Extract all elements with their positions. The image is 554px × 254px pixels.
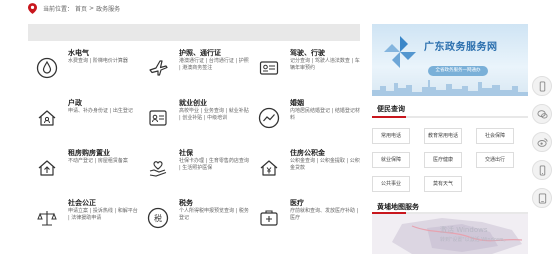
service-item[interactable]: 户政 申请、补办身份证 | 出生登记 bbox=[28, 96, 138, 142]
service-desc: 个人所得税申报预览查询 | 税务登记 bbox=[179, 208, 249, 221]
service-item[interactable]: 驾驶、行驶 记分查询 | 驾驶人违法数查 | 车辆年审预约 bbox=[250, 46, 360, 92]
pinwheel-logo-icon bbox=[384, 36, 416, 68]
service-title: 就业创业 bbox=[179, 99, 207, 107]
service-title: 税务 bbox=[179, 199, 193, 207]
water-drop-icon bbox=[36, 57, 58, 79]
quick-lookup-button[interactable]: 医疗健康 bbox=[424, 152, 462, 168]
airplane-icon bbox=[147, 57, 169, 79]
quick-lookup-button[interactable]: 社会保障 bbox=[476, 128, 514, 144]
section-banner-strip bbox=[28, 24, 360, 41]
float-phone-button[interactable] bbox=[532, 76, 552, 96]
quick-lookup-button[interactable]: 交通出行 bbox=[476, 152, 514, 168]
breadcrumb-home[interactable]: 首页 bbox=[75, 4, 87, 13]
map-section-title: 黄埔地图服务 bbox=[377, 203, 419, 211]
service-item[interactable]: 护照、通行证 港澳通行证 | 台湾通行证 | 护照 | 港澳商务签注 bbox=[139, 46, 249, 92]
service-title: 住房公积金 bbox=[290, 149, 325, 157]
service-item[interactable]: 租房购房置业 不动产登记 | 房屋租赁备案 bbox=[28, 146, 138, 192]
wechat-icon bbox=[536, 109, 548, 119]
quick-lookup-button[interactable]: 教育常用电话 bbox=[424, 128, 462, 144]
service-title: 婚姻 bbox=[290, 99, 304, 107]
service-desc: 水费查询 | 阶梯电价计算器 bbox=[68, 58, 128, 64]
house-icon bbox=[36, 107, 58, 129]
float-mobile-button[interactable] bbox=[532, 160, 552, 180]
breadcrumb-current: 政务服务 bbox=[96, 5, 121, 13]
service-title: 户政 bbox=[68, 99, 82, 107]
service-title: 水电气 bbox=[68, 49, 89, 57]
quick-lookup-button[interactable]: 莫有天气 bbox=[424, 176, 462, 192]
service-desc: 记分查询 | 驾驶人违法数查 | 车辆年审预约 bbox=[290, 58, 360, 71]
service-desc: 港澳通行证 | 台湾通行证 | 护照 | 港澳商务签注 bbox=[179, 58, 249, 71]
phone-icon bbox=[539, 80, 545, 92]
id-card-icon bbox=[147, 107, 169, 129]
service-desc: 申请立案 | 投诉热线 | 和解平台 | 法律援助申请 bbox=[68, 208, 138, 221]
weibo-icon bbox=[536, 137, 548, 147]
service-item[interactable]: 水电气 水费查询 | 阶梯电价计算器 bbox=[28, 46, 138, 92]
gd-service-banner[interactable]: 广东政务服务网 全省政务服务一网通办 bbox=[372, 24, 528, 96]
watermark-line1: 激活 Windows bbox=[440, 226, 488, 234]
service-desc: 社保卡办理 | 生育零售药店查询 | 生活照护医保 bbox=[179, 158, 249, 171]
breadcrumb-label: 当前位置： bbox=[43, 5, 74, 13]
quick-lookup-button[interactable]: 公共事业 bbox=[372, 176, 410, 192]
house-up-icon bbox=[36, 157, 58, 179]
service-title: 护照、通行证 bbox=[179, 49, 221, 57]
service-title: 医疗 bbox=[290, 199, 304, 207]
house-money-icon bbox=[258, 157, 280, 179]
banner-title: 广东政务服务网 bbox=[424, 42, 498, 53]
quick-lookup-underline bbox=[372, 116, 528, 118]
float-weibo-button[interactable] bbox=[532, 132, 552, 152]
breadcrumb: 当前位置： 首页 > 政务服务 bbox=[28, 2, 122, 14]
service-desc: 公积金查询 | 公积金提取 | 公积金贷款 bbox=[290, 158, 360, 171]
tablet-icon bbox=[538, 192, 546, 204]
breadcrumb-separator: > bbox=[89, 4, 95, 12]
svg-text:税: 税 bbox=[154, 213, 162, 223]
service-title: 驾驶、行驶 bbox=[290, 49, 325, 57]
service-desc: 申请、补办身份证 | 出生登记 bbox=[68, 108, 133, 114]
driver-license-icon bbox=[258, 57, 280, 79]
service-desc: 疗前就和查询、发放医疗补助 | 医疗 bbox=[290, 208, 359, 221]
service-item[interactable]: 医疗 疗前就和查询、发放医疗补助 | 医疗 bbox=[250, 196, 360, 242]
float-tablet-button[interactable] bbox=[532, 188, 552, 208]
service-item[interactable]: 就业创业 高校毕业 | 业务查询 | 就业补贴 | 创业补贴 | 中级培训 bbox=[139, 96, 249, 142]
service-title: 社保 bbox=[179, 149, 193, 157]
quick-lookup-title: 便民查询 bbox=[377, 105, 405, 113]
watermark-line2: 转到"设置"以激活 Windows。 bbox=[440, 237, 509, 243]
location-pin-icon bbox=[28, 2, 37, 14]
service-desc: 高校毕业 | 业务查询 | 就业补贴 | 创业补贴 | 中级培训 bbox=[179, 108, 249, 121]
service-item[interactable]: 社会公正 申请立案 | 投诉热线 | 和解平台 | 法律援助申请 bbox=[28, 196, 138, 242]
service-desc: 内地居民结婚登记 | 结婚登记材料 bbox=[290, 108, 360, 121]
mobile-icon bbox=[539, 164, 545, 176]
hand-heart-icon bbox=[147, 157, 169, 179]
tax-icon: 税 bbox=[147, 207, 169, 229]
medical-box-icon bbox=[258, 207, 280, 229]
page: 当前位置： 首页 > 政务服务 水电气 水费查询 | 阶梯电价计算器 护照、通行… bbox=[0, 0, 554, 254]
city-skyline-illustration bbox=[372, 80, 528, 96]
service-desc: 不动产登记 | 房屋租赁备案 bbox=[68, 158, 128, 164]
service-title: 租房购房置业 bbox=[68, 149, 110, 157]
service-item[interactable]: 社保 社保卡办理 | 生育零售药店查询 | 生活照护医保 bbox=[139, 146, 249, 192]
quick-lookup-button[interactable]: 常用电话 bbox=[372, 128, 410, 144]
scales-icon bbox=[36, 207, 58, 229]
service-item[interactable]: 税 税务 个人所得税申报预览查询 | 税务登记 bbox=[139, 196, 249, 242]
heart-rings-icon bbox=[258, 107, 280, 129]
windows-activation-watermark: 激活 Windows 转到"设置"以激活 Windows。 bbox=[440, 226, 509, 245]
service-item[interactable]: 住房公积金 公积金查询 | 公积金提取 | 公积金贷款 bbox=[250, 146, 360, 192]
service-title: 社会公正 bbox=[68, 199, 96, 207]
quick-lookup-button[interactable]: 就业保障 bbox=[372, 152, 410, 168]
float-wechat-button[interactable] bbox=[532, 104, 552, 124]
service-item[interactable]: 婚姻 内地居民结婚登记 | 结婚登记材料 bbox=[250, 96, 360, 142]
